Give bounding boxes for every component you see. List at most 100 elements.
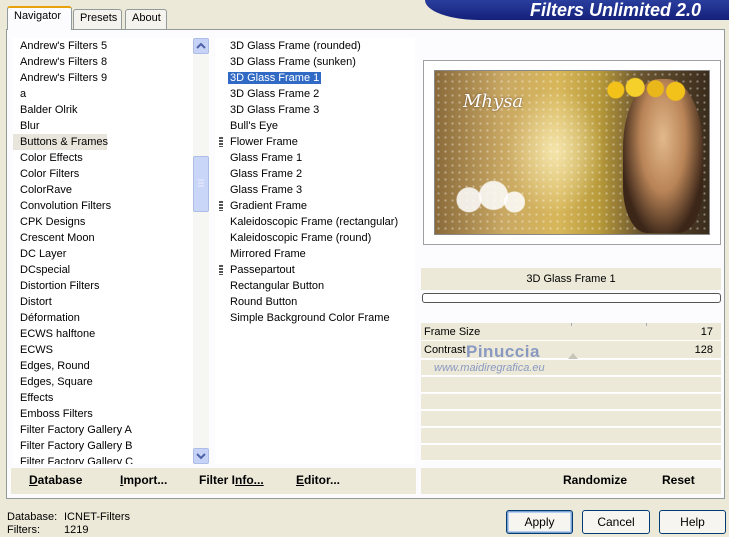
filter-item-label: Flower Frame <box>230 136 298 148</box>
category-item[interactable]: Andrew's Filters 5 <box>13 38 209 54</box>
param-value: 128 <box>694 344 713 356</box>
preview-image: Mhysa <box>434 70 710 235</box>
category-item[interactable]: Balder Olrik <box>13 102 209 118</box>
import-button[interactable]: Import... <box>120 473 167 487</box>
grip-icon <box>198 179 204 187</box>
filter-item[interactable]: 3D Glass Frame (sunken) <box>215 54 415 70</box>
category-item[interactable]: Color Filters <box>13 166 209 182</box>
category-list[interactable]: Andrew's Filters 5 Andrew's Filters 8 Andr… <box>13 38 209 464</box>
category-item[interactable]: Distortion Filters <box>13 278 209 294</box>
category-item[interactable]: Convolution Filters <box>13 198 209 214</box>
filter-item-label: 3D Glass Frame (sunken) <box>230 56 356 68</box>
filters-count-value: 1219 <box>64 524 89 536</box>
filter-item[interactable]: Passepartout <box>215 262 415 278</box>
tab-label: About <box>132 12 161 24</box>
randomize-button[interactable]: Randomize <box>563 473 627 487</box>
filter-item[interactable]: Mirrored Frame <box>215 246 415 262</box>
apply-button[interactable]: Apply <box>506 510 573 534</box>
watermark-name: Pinuccia <box>466 342 540 361</box>
filter-item-label: Kaleidoscopic Frame (round) <box>230 232 372 244</box>
filter-item[interactable]: Gradient Frame <box>215 198 415 214</box>
category-item[interactable]: Edges, Square <box>13 374 209 390</box>
grip-icon <box>219 201 223 211</box>
filter-item[interactable]: Simple Background Color Frame <box>215 310 415 326</box>
filter-item-label: Bull's Eye <box>230 120 278 132</box>
filter-item[interactable]: 3D Glass Frame 2 <box>215 86 415 102</box>
filter-item-label: Round Button <box>230 296 298 308</box>
filter-item[interactable]: 3D Glass Frame 3 <box>215 102 415 118</box>
watermark-url: www.maidiregrafica.eu <box>434 362 545 374</box>
scroll-thumb[interactable] <box>193 156 209 212</box>
category-item[interactable]: DCspecial <box>13 262 209 278</box>
chevron-up-icon <box>196 42 206 49</box>
category-item[interactable]: Filter Factory Gallery C <box>13 454 209 464</box>
filter-item[interactable]: Rectangular Button <box>215 278 415 294</box>
filter-list[interactable]: 3D Glass Frame (rounded) 3D Glass Frame (… <box>215 38 415 464</box>
filter-info-button[interactable]: Filter Info... <box>199 473 264 487</box>
filters-count-label: Filters: <box>7 524 40 536</box>
category-item[interactable]: Emboss Filters <box>13 406 209 422</box>
category-item[interactable]: Déformation <box>13 310 209 326</box>
grip-icon <box>219 137 223 147</box>
filter-item-label: Gradient Frame <box>230 200 308 212</box>
filter-item[interactable]: Kaleidoscopic Frame (round) <box>215 230 415 246</box>
category-item[interactable]: Buttons & Frames <box>13 134 108 150</box>
category-item[interactable]: Andrew's Filters 8 <box>13 54 209 70</box>
category-item[interactable]: Color Effects <box>13 150 209 166</box>
param-slot <box>421 377 721 393</box>
filter-item[interactable]: Glass Frame 2 <box>215 166 415 182</box>
category-item[interactable]: ColorRave <box>13 182 209 198</box>
tab-about[interactable]: About <box>125 9 167 29</box>
category-scrollbar[interactable] <box>193 38 209 464</box>
filter-item-label: Glass Frame 2 <box>230 168 303 180</box>
param-label: Contrast <box>424 344 466 356</box>
database-value: ICNET-Filters <box>64 511 130 523</box>
category-item[interactable]: Filter Factory Gallery A <box>13 422 209 438</box>
progress-bar <box>422 293 721 303</box>
param-frame-size[interactable]: Frame Size 17 <box>421 323 721 341</box>
category-item[interactable]: a <box>13 86 209 102</box>
category-item[interactable]: Edges, Round <box>13 358 209 374</box>
scroll-down-button[interactable] <box>193 448 209 464</box>
filter-item[interactable]: Glass Frame 3 <box>215 182 415 198</box>
filter-item-label: Rectangular Button <box>230 280 325 292</box>
tab-navigator[interactable]: Navigator <box>7 6 72 30</box>
category-item[interactable]: Andrew's Filters 9 <box>13 70 209 86</box>
filter-item[interactable]: Bull's Eye <box>215 118 415 134</box>
database-button[interactable]: Database <box>29 473 82 487</box>
category-item[interactable]: CPK Designs <box>13 214 209 230</box>
filter-item[interactable]: Glass Frame 1 <box>215 150 415 166</box>
tab-label: Presets <box>80 12 118 24</box>
param-slot <box>421 428 721 444</box>
category-item[interactable]: ECWS <box>13 342 209 358</box>
preview-frame: Mhysa <box>423 60 721 245</box>
filter-item-label: 3D Glass Frame 1 <box>228 72 322 84</box>
category-item[interactable]: Distort <box>13 294 209 310</box>
category-item[interactable]: DC Layer <box>13 246 209 262</box>
filter-item-label: Simple Background Color Frame <box>230 312 390 324</box>
filter-item-label: Mirrored Frame <box>230 248 306 260</box>
cancel-button[interactable]: Cancel <box>582 510 650 534</box>
category-item[interactable]: ECWS halftone <box>13 326 209 342</box>
filter-item[interactable]: Kaleidoscopic Frame (rectangular) <box>215 214 415 230</box>
reset-button[interactable]: Reset <box>662 473 695 487</box>
category-item[interactable]: Crescent Moon <box>13 230 209 246</box>
tab-presets[interactable]: Presets <box>73 9 122 29</box>
param-slot <box>421 394 721 410</box>
category-item[interactable]: Effects <box>13 390 209 406</box>
filter-item[interactable]: 3D Glass Frame (rounded) <box>215 38 415 54</box>
param-label: Frame Size <box>424 326 481 338</box>
category-item[interactable]: Filter Factory Gallery B <box>13 438 209 454</box>
filter-name-label: 3D Glass Frame 1 <box>421 268 721 290</box>
filter-item-label: 3D Glass Frame (rounded) <box>230 40 361 52</box>
scroll-up-button[interactable] <box>193 38 209 54</box>
filter-item[interactable]: 3D Glass Frame 1 <box>215 70 415 86</box>
editor-button[interactable]: Editor... <box>296 473 340 487</box>
help-button[interactable]: Help <box>659 510 726 534</box>
navigator-panel: Andrew's Filters 5 Andrew's Filters 8 Andr… <box>6 29 725 499</box>
filter-item-label: 3D Glass Frame 3 <box>230 104 320 116</box>
filter-item[interactable]: Round Button <box>215 294 415 310</box>
grip-icon <box>219 265 223 275</box>
category-item[interactable]: Blur <box>13 118 209 134</box>
filter-item[interactable]: Flower Frame <box>215 134 415 150</box>
